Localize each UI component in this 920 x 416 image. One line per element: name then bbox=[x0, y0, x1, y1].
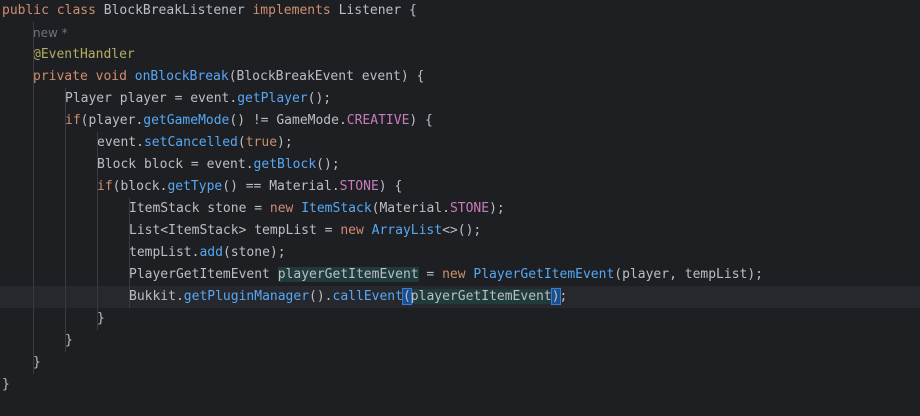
keyword: class bbox=[56, 3, 96, 18]
code-text: PlayerGetItemEvent bbox=[129, 267, 278, 282]
code-text: ItemStack stone = bbox=[129, 201, 270, 216]
keyword: private bbox=[33, 69, 88, 84]
method-call: setCancelled bbox=[143, 135, 238, 150]
code-line-8[interactable]: Block block = event.getBlock(); bbox=[0, 154, 920, 176]
code-line-9[interactable]: if(block.getType() == Material.STONE) { bbox=[0, 176, 920, 198]
keyword: implements bbox=[252, 3, 331, 18]
code-line-18[interactable]: } bbox=[0, 374, 920, 396]
method-call: getBlock bbox=[253, 157, 317, 172]
keyword: new bbox=[340, 223, 364, 238]
code-text: ) { bbox=[409, 113, 433, 128]
class-name: BlockBreakListener bbox=[103, 3, 245, 18]
enum-constant: CREATIVE bbox=[346, 113, 410, 128]
brace: } bbox=[65, 333, 73, 348]
brace: } bbox=[97, 311, 105, 326]
enum-constant: STONE bbox=[449, 201, 490, 216]
keyword: new bbox=[442, 267, 466, 282]
code-line-1[interactable]: public class BlockBreakListener implemen… bbox=[0, 0, 920, 22]
code-text: = bbox=[418, 267, 443, 282]
usage-hint[interactable]: new * bbox=[33, 26, 68, 40]
enum-constant: STONE bbox=[339, 179, 379, 194]
method-call: getPlayer bbox=[237, 91, 308, 106]
method-call: callEvent bbox=[332, 289, 403, 304]
keyword: if bbox=[97, 179, 113, 194]
highlighted-variable[interactable]: playerGetItemEvent bbox=[410, 289, 552, 304]
matched-paren-close: ) bbox=[550, 288, 561, 305]
code-text: Player player = event. bbox=[65, 91, 238, 106]
code-text: List<ItemStack> tempList = bbox=[129, 223, 341, 238]
code-text: event. bbox=[97, 135, 144, 150]
code-text: ; bbox=[559, 289, 568, 304]
code-line-17[interactable]: } bbox=[0, 352, 920, 374]
brace: } bbox=[33, 355, 41, 370]
params: (BlockBreakEvent event) { bbox=[228, 69, 425, 84]
code-text: (); bbox=[316, 157, 340, 172]
code-text: tempList. bbox=[129, 245, 200, 260]
code-line-16[interactable]: } bbox=[0, 330, 920, 352]
code-line-10[interactable]: ItemStack stone = new ItemStack(Material… bbox=[0, 198, 920, 220]
method-call: add bbox=[199, 245, 223, 260]
code-line-12[interactable]: tempList.add(stone); bbox=[0, 242, 920, 264]
method-call: getType bbox=[167, 179, 223, 194]
code-text: (stone); bbox=[222, 245, 286, 260]
code-text: Block block = event. bbox=[97, 157, 254, 172]
code-line-2[interactable]: new * bbox=[0, 22, 920, 44]
code-line-5[interactable]: Player player = event.getPlayer(); bbox=[0, 88, 920, 110]
code-line-6[interactable]: if(player.getGameMode() != GameMode.CREA… bbox=[0, 110, 920, 132]
code-text: (player. bbox=[80, 113, 144, 128]
brace: { bbox=[409, 3, 417, 18]
constructor-call: ArrayList bbox=[371, 223, 443, 238]
constructor-call: ItemStack bbox=[301, 201, 372, 216]
method-call: getPluginManager bbox=[183, 289, 310, 304]
code-line-4[interactable]: private void onBlockBreak(BlockBreakEven… bbox=[0, 66, 920, 88]
code-line-14-current[interactable]: Bukkit.getPluginManager().callEvent(play… bbox=[0, 286, 920, 308]
code-text: ) { bbox=[378, 179, 403, 194]
code-text: ( bbox=[237, 135, 246, 150]
code-line-15[interactable]: } bbox=[0, 308, 920, 330]
code-line-7[interactable]: event.setCancelled(true); bbox=[0, 132, 920, 154]
brace: } bbox=[2, 377, 10, 392]
code-text: (block. bbox=[112, 179, 168, 194]
code-text: () == Material. bbox=[222, 179, 340, 194]
code-area[interactable]: public class BlockBreakListener implemen… bbox=[0, 0, 920, 396]
code-text: ); bbox=[489, 201, 505, 216]
code-text: (player, tempList); bbox=[614, 267, 764, 282]
code-text: Bukkit. bbox=[129, 289, 184, 304]
keyword: if bbox=[65, 113, 81, 128]
highlighted-variable[interactable]: playerGetItemEvent bbox=[277, 267, 419, 282]
keyword: public bbox=[2, 3, 49, 18]
interface-name: Listener bbox=[338, 3, 402, 18]
constructor-call: PlayerGetItemEvent bbox=[473, 267, 615, 282]
code-text: () != GameMode. bbox=[229, 113, 347, 128]
code-text: (). bbox=[309, 289, 333, 304]
matched-paren-open: ( bbox=[401, 288, 412, 305]
code-text: ); bbox=[277, 135, 293, 150]
code-line-11[interactable]: List<ItemStack> tempList = new ArrayList… bbox=[0, 220, 920, 242]
annotation: @EventHandler bbox=[33, 47, 135, 62]
keyword: true bbox=[245, 135, 278, 150]
code-text: (); bbox=[307, 91, 332, 106]
keyword: new bbox=[269, 201, 294, 216]
method-name: onBlockBreak bbox=[134, 69, 229, 84]
code-text: <>(); bbox=[442, 223, 482, 238]
method-call: getGameMode bbox=[143, 113, 230, 128]
code-editor[interactable]: public class BlockBreakListener implemen… bbox=[0, 0, 920, 416]
code-line-13[interactable]: PlayerGetItemEvent playerGetItemEvent = … bbox=[0, 264, 920, 286]
code-line-3[interactable]: @EventHandler bbox=[0, 44, 920, 66]
keyword: void bbox=[95, 69, 127, 84]
code-text: (Material. bbox=[371, 201, 450, 216]
